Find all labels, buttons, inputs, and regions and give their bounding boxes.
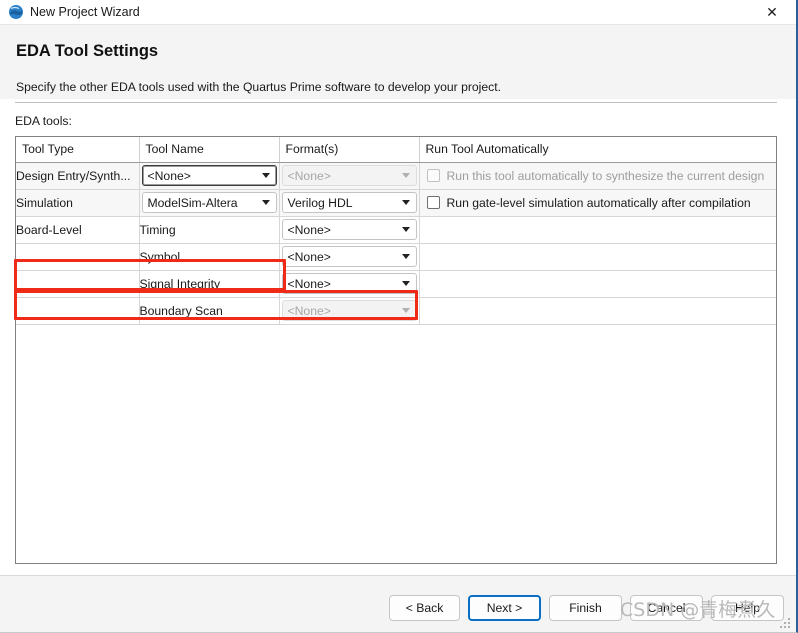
table-row[interactable]: Board-Level Timing <None> [16, 216, 776, 244]
chevron-down-icon [396, 281, 416, 286]
cell-tool-type [16, 297, 140, 325]
table-row[interactable]: Signal Integrity <None> [16, 270, 776, 298]
format-dropdown-simulation[interactable]: Verilog HDL [281, 192, 417, 213]
cell-tool-name: Boundary Scan [139, 297, 280, 325]
cell-run-tool [419, 297, 776, 325]
run-tool-label: Run gate-level simulation automatically … [446, 195, 751, 210]
column-header-tool-type: Tool Type [16, 137, 140, 163]
format-value: Verilog HDL [287, 195, 353, 210]
tool-name-value: ModelSim-Altera [147, 195, 238, 210]
tool-name-dropdown-simulation[interactable]: ModelSim-Altera [141, 192, 277, 213]
column-header-run-tool-automatically: Run Tool Automatically [419, 137, 776, 163]
table-header-row: Tool Type Tool Name Format(s) Run Tool A… [16, 137, 776, 163]
run-tool-checkbox-row-simulation[interactable]: Run gate-level simulation automatically … [420, 190, 777, 216]
table-row[interactable]: Boundary Scan <None> [16, 297, 776, 325]
chevron-down-icon [396, 200, 416, 205]
format-dropdown-symbol[interactable]: <None> [281, 246, 417, 267]
format-dropdown-signal-integrity[interactable]: <None> [281, 273, 417, 294]
chevron-down-icon [396, 308, 416, 313]
format-value: <None> [287, 303, 331, 318]
format-value: <None> [287, 249, 331, 264]
cell-tool-name: Symbol [139, 243, 280, 271]
close-icon[interactable]: ✕ [750, 0, 794, 25]
table-row[interactable]: Simulation ModelSim-Altera Verilog HDL R… [16, 189, 777, 217]
cell-tool-name[interactable]: <None> [139, 162, 280, 190]
run-tool-checkbox-design-entry[interactable] [426, 169, 440, 182]
wizard-body: EDA tools: Tool Type Tool Name Format(s)… [0, 99, 796, 575]
run-tool-checkbox-simulation[interactable] [426, 196, 440, 209]
format-value: <None> [287, 168, 331, 183]
eda-tools-table-body: Design Entry/Synth... <None> <None> Run … [16, 162, 777, 325]
tool-name-value: <None> [147, 168, 191, 183]
header-divider [15, 102, 777, 103]
cell-format[interactable]: <None> [279, 297, 420, 325]
cell-tool-name: Signal Integrity [139, 270, 280, 298]
eda-tools-label: EDA tools: [15, 114, 72, 128]
page-title: EDA Tool Settings [16, 42, 159, 60]
cell-run-tool [419, 216, 776, 244]
cell-format[interactable]: <None> [279, 243, 420, 271]
tool-name-dropdown-design-entry[interactable]: <None> [141, 165, 277, 186]
chevron-down-icon [396, 173, 416, 178]
cell-format[interactable]: <None> [279, 216, 420, 244]
format-value: <None> [287, 276, 331, 291]
cell-format[interactable]: Verilog HDL [279, 189, 420, 217]
chevron-down-icon [396, 254, 416, 259]
cell-run-tool [419, 243, 776, 271]
cell-format[interactable]: <None> [279, 162, 420, 190]
help-button[interactable]: Help [711, 595, 784, 621]
cell-run-tool[interactable]: Run gate-level simulation automatically … [419, 189, 777, 217]
cell-run-tool [419, 270, 776, 298]
column-header-tool-name: Tool Name [139, 137, 280, 163]
format-dropdown-design-entry[interactable]: <None> [281, 165, 417, 186]
table-row[interactable]: Symbol <None> [16, 243, 776, 271]
cell-run-tool[interactable]: Run this tool automatically to synthesiz… [419, 162, 777, 190]
page-description: Specify the other EDA tools used with th… [16, 80, 502, 94]
cell-tool-type [16, 243, 140, 271]
cell-format[interactable]: <None> [279, 270, 420, 298]
window-title: New Project Wizard [30, 5, 140, 19]
eda-tools-table-container: Tool Type Tool Name Format(s) Run Tool A… [15, 136, 777, 564]
back-button[interactable]: < Back [389, 595, 460, 621]
cell-tool-type: Board-Level [16, 216, 140, 244]
column-header-formats: Format(s) [279, 137, 420, 163]
cell-tool-type [16, 270, 140, 298]
table-row[interactable]: Design Entry/Synth... <None> <None> Run … [16, 162, 777, 190]
next-button[interactable]: Next > [468, 595, 541, 621]
resize-grip-icon[interactable] [780, 618, 792, 630]
cell-tool-name: Timing [139, 216, 280, 244]
cell-tool-name[interactable]: ModelSim-Altera [139, 189, 280, 217]
run-tool-checkbox-row-design-entry[interactable]: Run this tool automatically to synthesiz… [420, 163, 777, 189]
eda-tools-table: Tool Type Tool Name Format(s) Run Tool A… [16, 137, 776, 325]
title-bar: New Project Wizard ✕ [0, 0, 796, 25]
format-dropdown-boundary-scan[interactable]: <None> [281, 300, 417, 321]
chevron-down-icon [396, 227, 416, 232]
new-project-wizard-window: New Project Wizard ✕ EDA Tool Settings S… [0, 0, 798, 633]
format-value: <None> [287, 222, 331, 237]
cell-tool-type: Design Entry/Synth... [16, 162, 140, 190]
run-tool-label: Run this tool automatically to synthesiz… [446, 168, 765, 183]
finish-button[interactable]: Finish [549, 595, 622, 621]
wizard-header: EDA Tool Settings Specify the other EDA … [0, 25, 796, 99]
chevron-down-icon [256, 173, 276, 178]
format-dropdown-timing[interactable]: <None> [281, 219, 417, 240]
chevron-down-icon [256, 200, 276, 205]
cell-tool-type: Simulation [16, 189, 140, 217]
cancel-button[interactable]: Cancel [630, 595, 703, 621]
wizard-footer: < Back Next > Finish Cancel Help [0, 575, 796, 632]
quartus-globe-icon [8, 4, 24, 20]
